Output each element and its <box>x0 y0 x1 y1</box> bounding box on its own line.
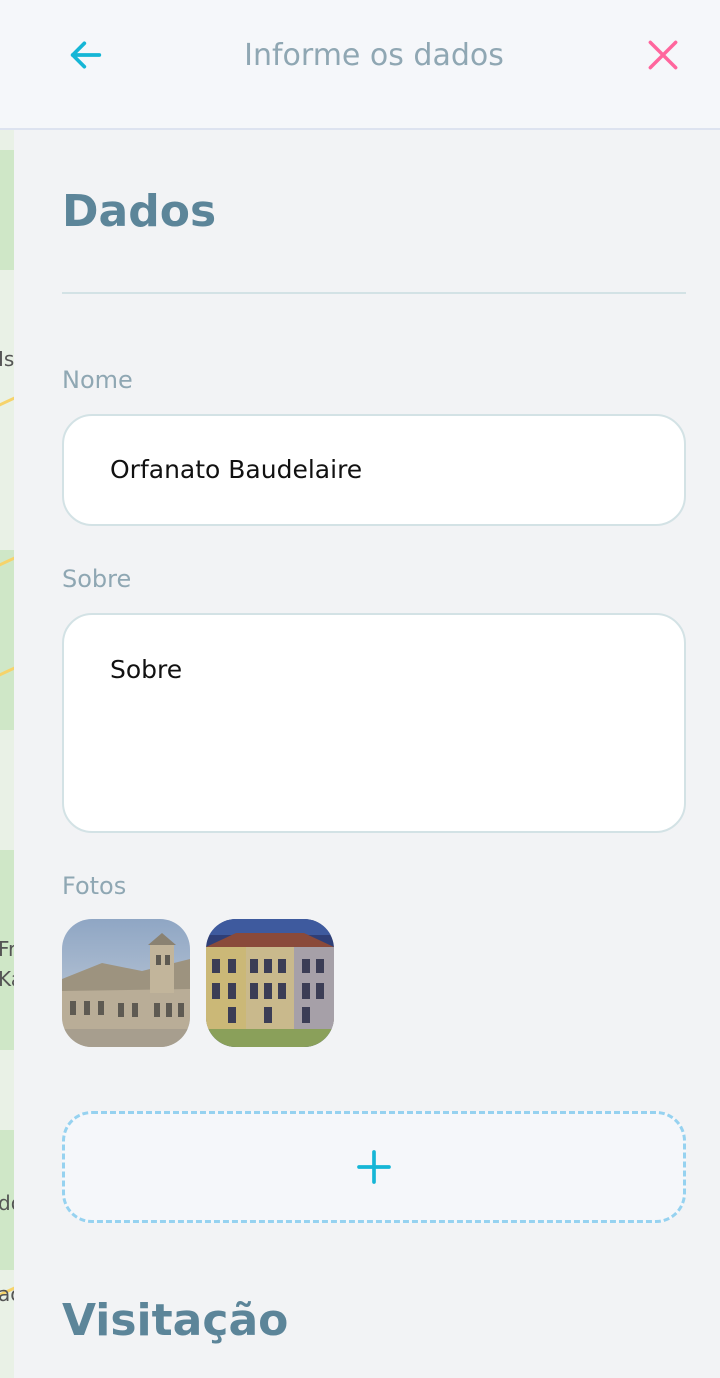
map-background-strip: Is Fr Ka do ac <box>0 130 14 1378</box>
name-label: Nome <box>62 366 133 394</box>
about-textarea[interactable]: Sobre <box>62 613 686 833</box>
section-divider <box>62 292 686 294</box>
page-title: Informe os dados <box>244 38 504 73</box>
map-label: Ka <box>0 967 14 991</box>
building-photo-icon <box>62 919 190 1047</box>
plus-icon <box>357 1150 391 1184</box>
section-title-dados: Dados <box>62 186 217 237</box>
photo-thumbnail[interactable] <box>206 919 334 1047</box>
map-label: Fr <box>0 937 14 961</box>
back-button[interactable] <box>62 30 110 80</box>
map-park-area <box>0 150 14 270</box>
about-label: Sobre <box>62 565 132 593</box>
photos-label: Fotos <box>62 872 127 900</box>
close-icon <box>648 40 678 70</box>
add-photo-button[interactable] <box>62 1111 686 1223</box>
name-input[interactable]: Orfanato Baudelaire <box>62 414 686 526</box>
map-label: do <box>0 1191 14 1215</box>
map-label: ac <box>0 1282 14 1306</box>
building-photo-icon <box>206 919 334 1047</box>
map-park-area <box>0 550 14 730</box>
close-button[interactable] <box>640 30 686 80</box>
arrow-left-icon <box>70 41 102 69</box>
map-road <box>0 395 14 408</box>
section-title-visitacao: Visitação <box>62 1295 289 1346</box>
header-bar: Informe os dados <box>0 0 720 130</box>
map-label: Is <box>0 347 14 371</box>
photo-thumbnail[interactable] <box>62 919 190 1047</box>
